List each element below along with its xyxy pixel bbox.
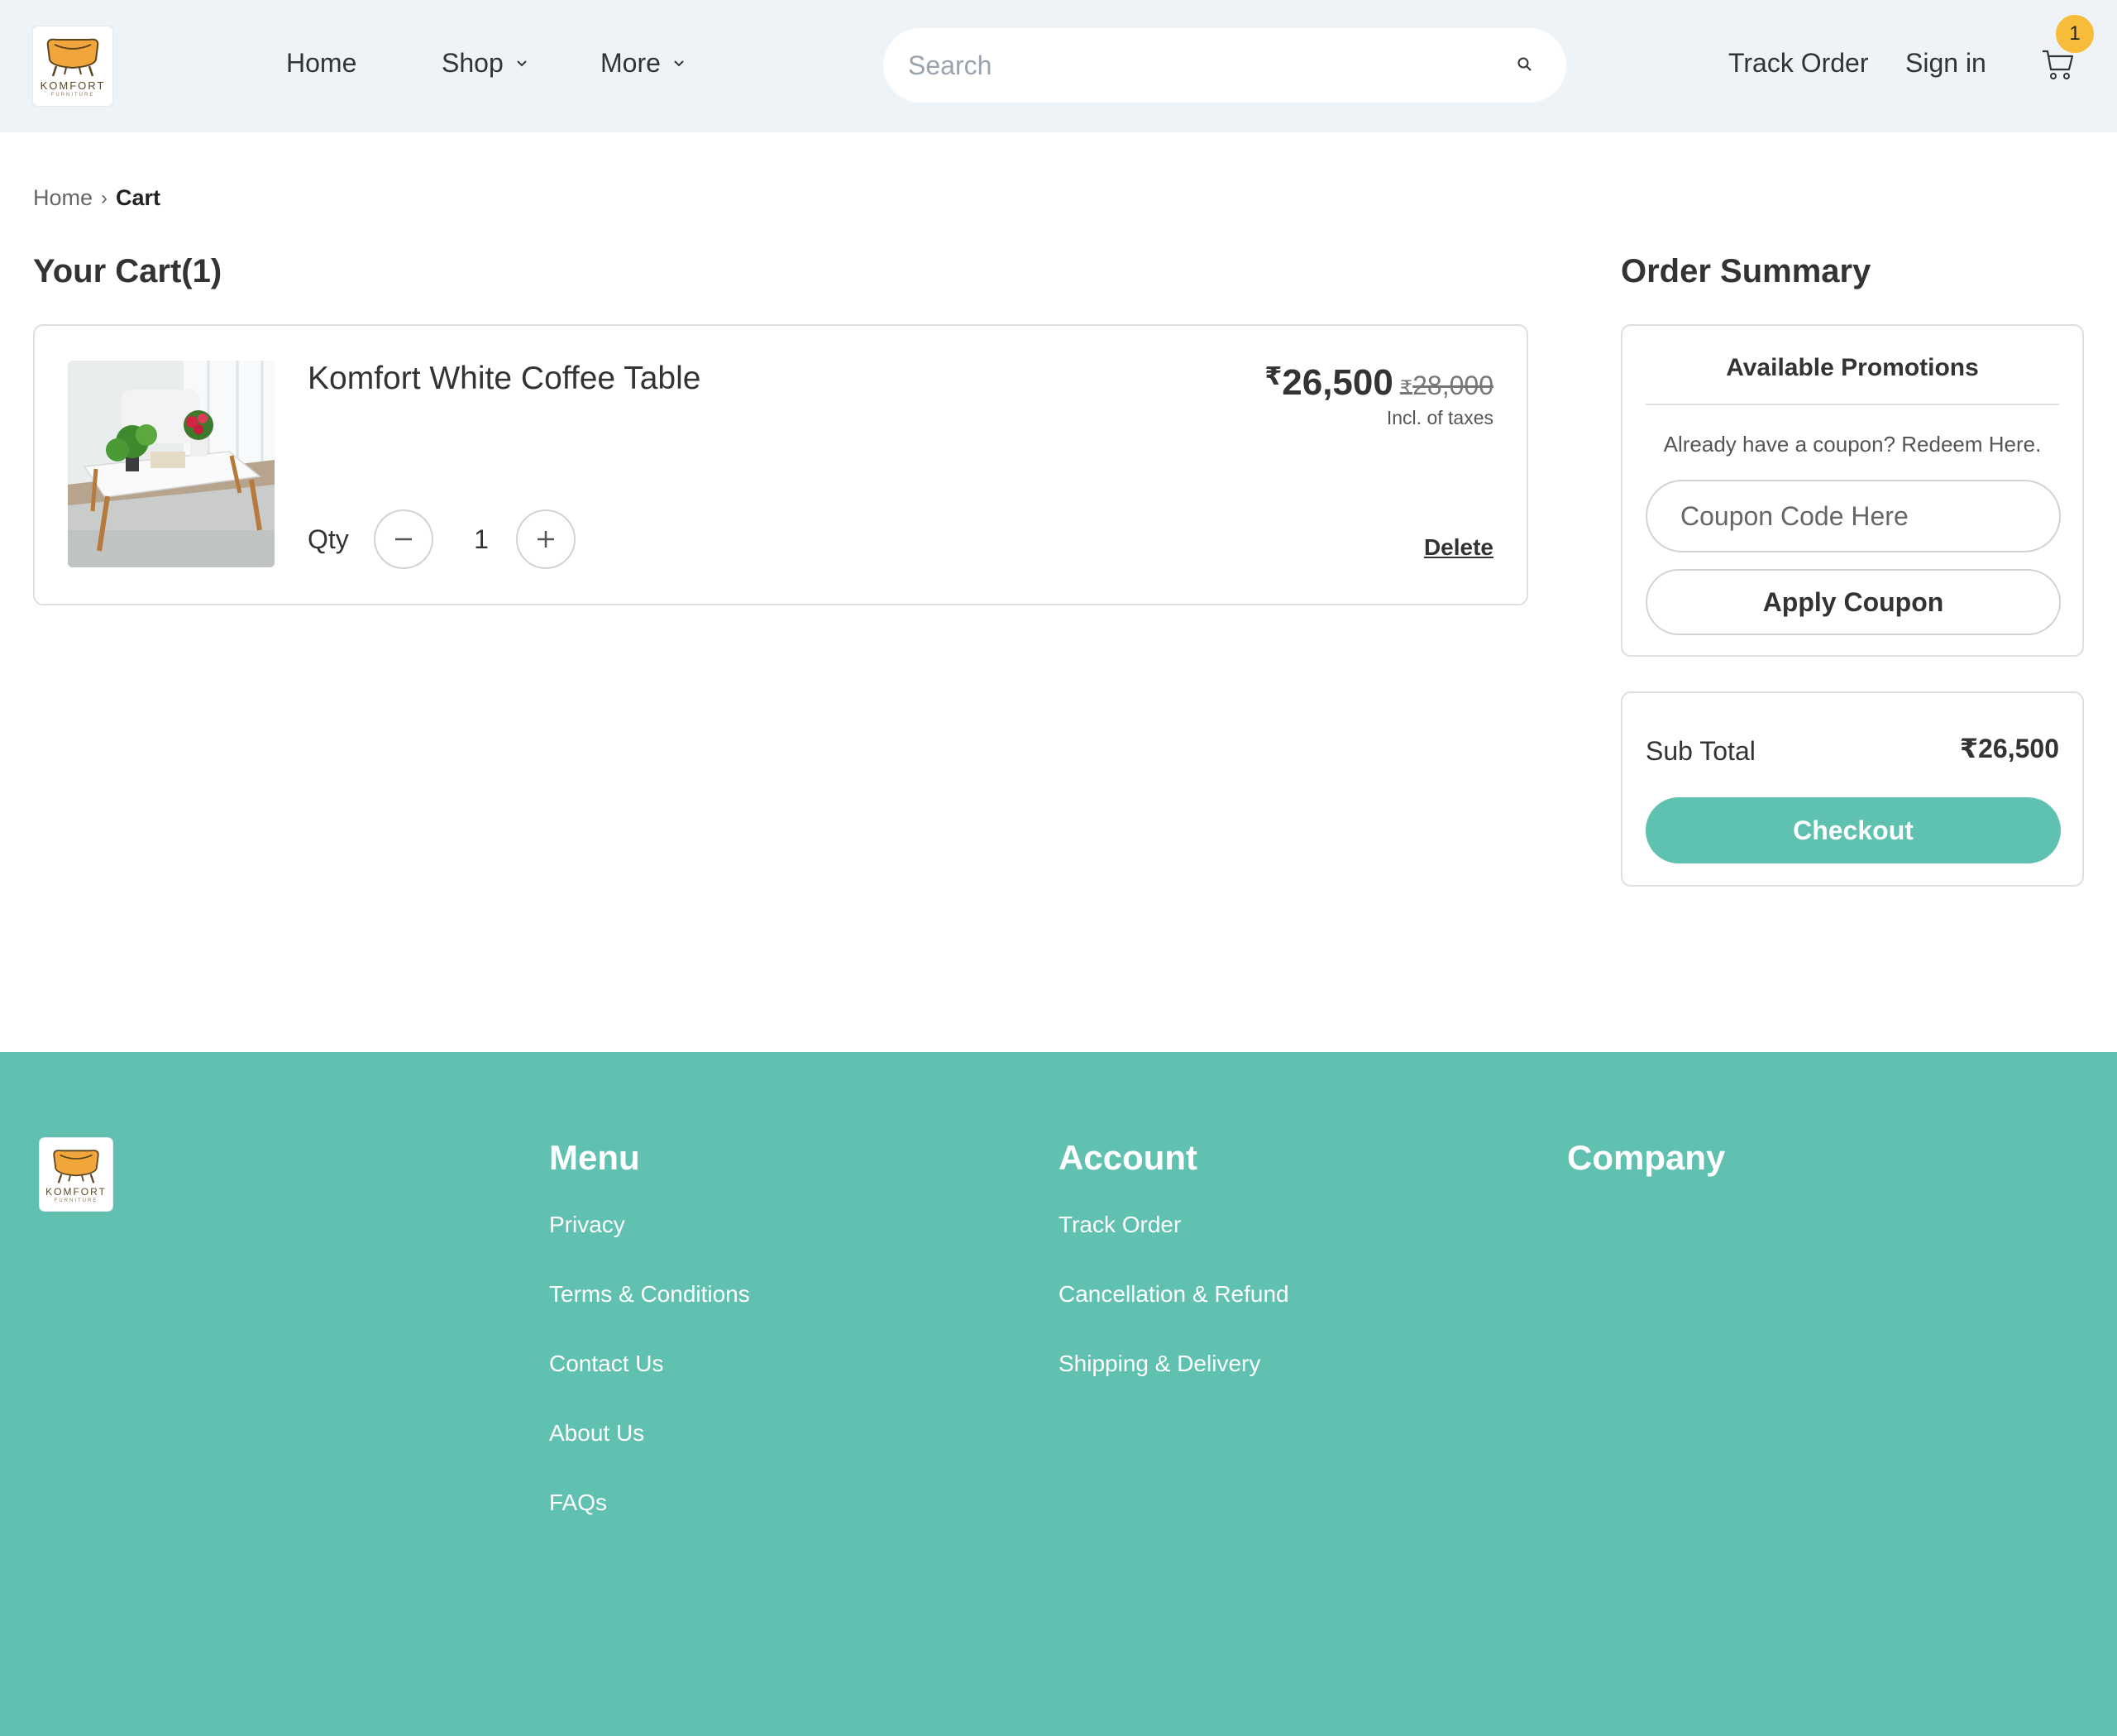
nav-more-label: More [600,48,661,78]
footer-link-privacy[interactable]: Privacy [549,1209,750,1240]
header-logo[interactable]: KOMFORT FURNITURE [33,26,112,106]
cart-count-badge: 1 [2056,15,2094,53]
qty-value: 1 [474,524,489,554]
footer-link-about[interactable]: About Us [549,1418,750,1448]
current-price-value: 26,500 [1282,362,1393,403]
current-price: ₹26,500 [1264,362,1393,404]
breadcrumb: Home › Cart [33,185,160,211]
coupon-hint: Already have a coupon? Redeem Here. [1663,432,2042,457]
product-image[interactable] [68,361,275,567]
chair-logo-icon [46,38,99,77]
plus-icon [538,531,554,548]
subtotal-value: ₹26,500 [1959,734,2059,763]
footer-menu-heading: Menu [549,1138,640,1177]
search-bar [883,28,1566,103]
original-currency-symbol: ₹ [1399,377,1413,399]
currency-symbol: ₹ [1264,363,1283,390]
increase-qty-button[interactable] [516,509,576,569]
footer-link-contact[interactable]: Contact Us [549,1348,750,1379]
footer-account-heading: Account [1058,1138,1197,1177]
coupon-code-input[interactable] [1646,480,2061,552]
chevron-down-icon [517,60,527,66]
logo-brand-text: KOMFORT [40,79,106,92]
nav-shop-label: Shop [442,48,504,78]
search-icon[interactable] [1515,55,1535,74]
sign-in-link[interactable]: Sign in [1905,48,1986,79]
footer-link-terms[interactable]: Terms & Conditions [549,1279,750,1309]
nav-home[interactable]: Home [286,48,356,79]
site-header: KOMFORT FURNITURE Home Shop More Track O… [0,0,2117,132]
footer-company-column: Company [1567,1138,1725,1209]
footer-link-track-order[interactable]: Track Order [1058,1209,1289,1240]
delete-item-link[interactable]: Delete [1424,534,1493,561]
footer-company-heading: Company [1567,1138,1726,1177]
original-price: ₹28,000 [1400,371,1493,401]
qty-label: Qty [308,524,349,554]
original-price-value: 28,000 [1412,371,1493,400]
breadcrumb-separator: › [101,186,108,209]
subtotal-card: Sub Total ₹26,500 Checkout [1621,691,2084,887]
apply-coupon-button[interactable]: Apply Coupon [1646,569,2061,635]
footer-account-column: Account Track Order Cancellation & Refun… [1058,1138,1289,1418]
nav-home-label: Home [286,48,357,78]
track-order-label: Track Order [1728,48,1869,78]
product-name[interactable]: Komfort White Coffee Table [308,361,700,397]
footer-logo-tagline-text: FURNITURE [54,1198,98,1203]
chair-logo-icon [53,1149,99,1184]
nav-more[interactable]: More [600,48,686,79]
chevron-down-icon [674,60,684,66]
breadcrumb-current: Cart [116,185,161,210]
promotions-card: Available Promotions Already have a coup… [1621,324,2084,657]
order-summary-title: Order Summary [1621,253,1871,289]
promotions-divider [1646,404,2059,405]
cart-item-card: Komfort White Coffee Table ₹26,500 ₹28,0… [33,324,1528,605]
logo-tagline-text: FURNITURE [50,93,95,98]
footer-logo-brand-text: KOMFORT [45,1185,107,1198]
track-order-link[interactable]: Track Order [1728,48,1869,79]
footer-link-cancellation[interactable]: Cancellation & Refund [1058,1279,1289,1309]
footer-link-faqs[interactable]: FAQs [549,1487,750,1518]
checkout-button[interactable]: Checkout [1646,797,2061,863]
minus-icon [395,538,412,541]
price-block: ₹26,500 ₹28,000 Incl. of taxes [1264,362,1493,429]
footer-menu-column: Menu Privacy Terms & Conditions Contact … [549,1138,750,1557]
breadcrumb-home[interactable]: Home [33,185,93,211]
footer-link-shipping[interactable]: Shipping & Delivery [1058,1348,1289,1379]
cart-title: Your Cart(1) [33,253,222,289]
site-footer: KOMFORT FURNITURE Menu Privacy Terms & C… [0,1052,2117,1736]
nav-shop[interactable]: Shop [442,48,528,79]
footer-logo[interactable]: KOMFORT FURNITURE [40,1138,112,1211]
coffee-table-image [68,361,275,567]
promotions-title: Available Promotions [1726,354,1979,381]
tax-note: Incl. of taxes [1386,407,1493,428]
search-input[interactable] [908,28,1503,103]
decrease-qty-button[interactable] [374,509,433,569]
subtotal-label: Sub Total [1646,736,1756,766]
sign-in-label: Sign in [1905,48,1986,78]
